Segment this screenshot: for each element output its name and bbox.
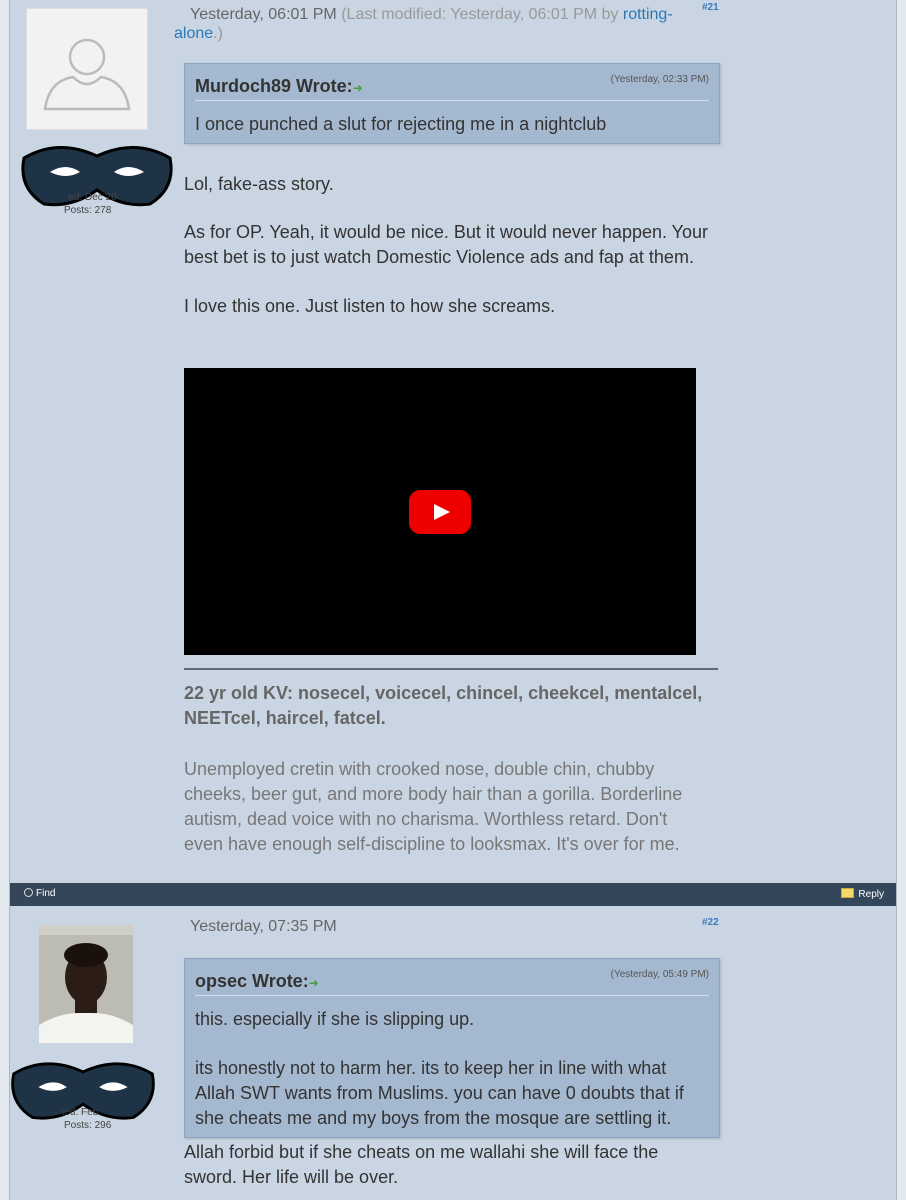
signature-divider — [184, 668, 718, 670]
avatar-default[interactable] — [26, 8, 148, 130]
quote-line: its honestly not to harm her. its to kee… — [195, 1058, 667, 1078]
quote-line: I once punched a slut for rejecting me i… — [195, 114, 607, 134]
post-date: Yesterday, 06:01 PM (Last modified: Yest… — [190, 3, 690, 27]
quote-box: Murdoch89 Wrote:➜ (Yesterday, 02:33 PM) … — [184, 63, 720, 144]
quote-arrow-icon[interactable]: ➜ — [309, 976, 319, 990]
post-timestamp: Yesterday, 07:35 PM — [190, 918, 337, 935]
find-icon — [24, 888, 33, 897]
post-body-line: best bet is to just watch Domestic Viole… — [184, 247, 694, 267]
post-body-line: As for OP. Yeah, it would be nice. But i… — [184, 222, 709, 242]
quote-box: opsec Wrote:➜ (Yesterday, 05:49 PM) this… — [184, 958, 720, 1138]
avatar-photo[interactable] — [39, 925, 133, 1043]
quote-line: this. especially if she is slipping up. — [195, 1009, 475, 1029]
quote-time: (Yesterday, 02:33 PM) — [610, 74, 709, 85]
reply-button[interactable]: Reply — [841, 888, 884, 900]
modified-by-link[interactable]: rotting- — [623, 6, 673, 23]
embedded-video[interactable] — [184, 368, 696, 655]
post-body-line: I love this one. Just listen to how she … — [184, 296, 556, 316]
page-edge-left — [0, 0, 10, 1200]
post-body-line: sword. Her life will be over. — [184, 1167, 399, 1187]
quote-divider — [195, 100, 709, 101]
post-timestamp: Yesterday, 06:01 PM — [190, 6, 337, 23]
quote-time: (Yesterday, 05:49 PM) — [610, 969, 709, 980]
post-body-line: Allah forbid but if she cheats on me wal… — [184, 1142, 659, 1162]
quote-divider — [195, 995, 709, 996]
quote-arrow-icon[interactable]: ➜ — [353, 81, 363, 95]
find-button[interactable]: Find — [24, 888, 55, 899]
user-posts-count: Posts: 296 — [64, 1120, 112, 1131]
reply-icon — [841, 888, 855, 898]
quote-line: Allah SWT wants from Muslims. you can ha… — [195, 1083, 684, 1103]
user-joined: Joined: Feb — [60, 1107, 99, 1118]
post-number-link[interactable]: #21 — [702, 2, 719, 13]
user-posts-count: Posts: 278 — [64, 205, 112, 216]
modified-note: (Last modified: Yesterday, 06:01 PM by — [341, 6, 623, 23]
post-body-line: Lol, fake-ass story. — [184, 174, 334, 194]
post-toolbar: Find Reply — [10, 883, 896, 906]
quote-author: opsec Wrote:➜ — [195, 971, 319, 991]
quote-author: Murdoch89 Wrote:➜ — [195, 76, 363, 96]
quote-line: she cheats me and my boys from the mosqu… — [195, 1108, 672, 1128]
user-joined: Joined: Dec 20 — [68, 192, 117, 203]
signature-title: 22 yr old KV: nosecel, voicecel, chincel… — [184, 683, 703, 728]
modified-by-link-cont[interactable]: alone — [174, 25, 213, 42]
post-number-link[interactable]: #22 — [702, 917, 719, 928]
signature-text: Unemployed cretin with crooked nose, dou… — [184, 759, 683, 854]
page-edge-right — [896, 0, 906, 1200]
youtube-play-icon[interactable] — [409, 490, 471, 534]
post-date-cont: alone.) — [174, 25, 223, 42]
